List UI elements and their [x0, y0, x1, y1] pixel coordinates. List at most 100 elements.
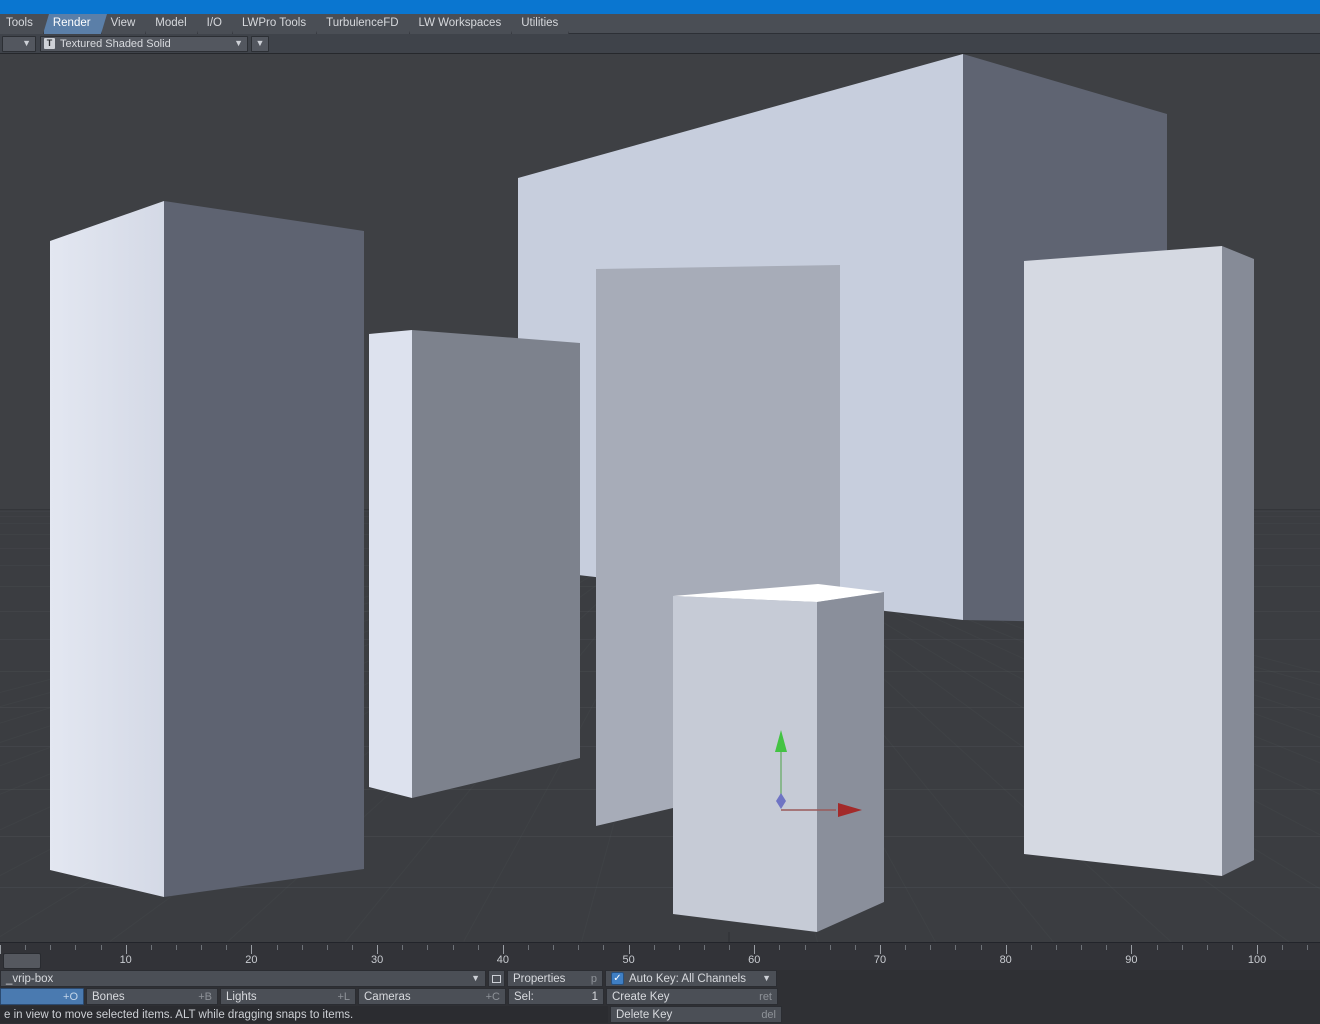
- timeline-tick-label: 80: [999, 954, 1012, 966]
- auto-key-label: Auto Key: All Channels: [629, 972, 746, 985]
- timeline-tick-minor: [1282, 945, 1284, 950]
- item-selector-dropdown[interactable]: _vrip-box ▼: [0, 970, 486, 987]
- objects-button[interactable]: +O: [0, 988, 84, 1005]
- status-bar: e in view to move selected items. ALT wh…: [0, 1006, 608, 1023]
- cameras-button[interactable]: Cameras +C: [358, 988, 506, 1005]
- menu-tab-lw-workspaces[interactable]: LW Workspaces: [409, 14, 517, 34]
- box-left-tall: [50, 201, 364, 897]
- timeline-tick-minor: [854, 945, 856, 950]
- menu-tab-view[interactable]: View: [101, 14, 151, 34]
- menu-tab-i-o[interactable]: I/O: [197, 14, 239, 34]
- timeline-tick-label: 70: [873, 954, 887, 966]
- selection-count-label: Sel:: [514, 990, 534, 1003]
- timeline-tick-minor: [553, 945, 555, 950]
- bottom-row-selection: +O Bones +B Lights +L Cameras +C Sel: 1 …: [0, 988, 780, 1005]
- timeline-labels: 10 20 30 40 50 60 70 80 90 100: [0, 954, 1320, 970]
- frame-slider-handle[interactable]: [3, 953, 41, 969]
- scene-geometry: [50, 54, 1254, 942]
- viewport-options-dropdown[interactable]: ▼: [251, 35, 269, 52]
- chevron-down-icon: ▼: [762, 973, 771, 983]
- menu-tab-lwpro-tools[interactable]: LWPro Tools: [232, 14, 323, 34]
- timeline-tick-minor: [427, 945, 429, 950]
- timeline-tick-minor: [1030, 945, 1032, 950]
- timeline[interactable]: 10 20 30 40 50 60 70 80 90 100: [0, 942, 1320, 970]
- timeline-tick-minor: [930, 945, 932, 950]
- timeline-tick-minor: [528, 945, 529, 950]
- lights-shortcut: +L: [337, 990, 350, 1003]
- timeline-tick-minor: [1156, 945, 1158, 950]
- box-right-tall: [1024, 246, 1254, 876]
- timeline-tick-minor: [578, 945, 580, 950]
- timeline-tick-minor: [1081, 945, 1083, 950]
- timeline-tick-major: [754, 945, 756, 954]
- properties-button[interactable]: Properties p: [507, 970, 603, 987]
- shading-mode-dropdown[interactable]: T Textured Shaded Solid ▼: [40, 35, 248, 52]
- timeline-tick-minor: [402, 945, 404, 950]
- auto-key-dropdown[interactable]: ✓ Auto Key: All Channels ▼: [605, 970, 777, 987]
- auto-key-checkbox[interactable]: ✓: [611, 972, 624, 985]
- timeline-tick-label: 50: [622, 954, 635, 966]
- timeline-tick-label: 20: [245, 954, 258, 966]
- chevron-down-icon: ▼: [255, 38, 265, 48]
- selection-count: Sel: 1: [508, 988, 604, 1005]
- chevron-down-icon: ▼: [471, 973, 480, 983]
- timeline-tick-major: [1257, 945, 1259, 954]
- shading-mode-label: Textured Shaded Solid: [60, 37, 171, 50]
- timeline-tick-minor: [704, 945, 705, 950]
- timeline-tick-label: 10: [119, 954, 132, 966]
- 3d-viewport[interactable]: [0, 54, 1320, 942]
- chevron-down-icon: ▼: [234, 38, 243, 48]
- timeline-tick-major: [502, 945, 504, 954]
- timeline-tick-major: [377, 945, 379, 954]
- bottom-row-item: _vrip-box ▼ Properties p ✓ Auto Key: All…: [0, 970, 779, 987]
- timeline-tick-minor: [1106, 945, 1108, 950]
- menu-tab-strip: Tools Render View Model I/O LWPro Tools Turbul…: [0, 14, 1320, 34]
- lights-label: Lights: [226, 990, 257, 1003]
- create-key-button[interactable]: Create Key ret: [606, 988, 778, 1005]
- menu-tab-utilities[interactable]: Utilities: [512, 14, 575, 34]
- timeline-tick-label: 60: [748, 954, 761, 966]
- timeline-tick-minor: [25, 945, 27, 950]
- cameras-shortcut: +C: [485, 990, 500, 1003]
- timeline-tick-minor: [352, 945, 353, 950]
- viewport-control-bar: ▼ T Textured Shaded Solid ▼ ▼: [0, 34, 1320, 54]
- timeline-tick-minor: [1206, 945, 1208, 950]
- title-bar: [0, 0, 1320, 14]
- timeline-tick-minor: [729, 945, 731, 950]
- timeline-tick-major: [1005, 945, 1007, 954]
- bones-label: Bones: [92, 990, 125, 1003]
- timeline-tick-major: [125, 945, 127, 954]
- item-picker-button[interactable]: [488, 970, 505, 987]
- timeline-tick-minor: [1056, 945, 1057, 950]
- objects-shortcut: +O: [63, 990, 78, 1003]
- cameras-label: Cameras: [364, 990, 411, 1003]
- timeline-tick-minor: [779, 945, 781, 950]
- texture-badge-icon: T: [44, 38, 55, 49]
- menu-tab-turbulencefd[interactable]: TurbulenceFD: [317, 14, 416, 34]
- chevron-down-icon: ▼: [22, 38, 31, 48]
- timeline-tick-label: 100: [1247, 954, 1267, 966]
- timeline-tick-minor: [678, 945, 680, 950]
- create-key-label: Create Key: [612, 990, 670, 1003]
- create-key-shortcut: ret: [759, 990, 772, 1003]
- timeline-tick-minor: [226, 945, 228, 950]
- timeline-tick-minor: [905, 945, 907, 950]
- menu-tab-tools[interactable]: Tools: [0, 14, 49, 34]
- timeline-tick-minor: [955, 945, 957, 950]
- timeline-tick-minor: [50, 945, 52, 950]
- delete-key-button[interactable]: Delete Key del: [610, 1006, 782, 1023]
- timeline-tick-minor: [804, 945, 806, 950]
- menu-tab-model[interactable]: Model: [146, 14, 203, 34]
- list-picker-icon: [492, 974, 501, 983]
- timeline-tick-major: [628, 945, 630, 954]
- box-left-mid: [369, 330, 580, 798]
- timeline-tick-major: [1131, 945, 1133, 954]
- menu-tab-render[interactable]: Render: [43, 14, 107, 34]
- timeline-tick-minor: [477, 945, 479, 950]
- bones-button[interactable]: Bones +B: [86, 988, 218, 1005]
- timeline-tick-minor: [452, 945, 454, 950]
- viewport-layout-dropdown[interactable]: ▼: [2, 35, 36, 52]
- lights-button[interactable]: Lights +L: [220, 988, 356, 1005]
- bones-shortcut: +B: [198, 990, 212, 1003]
- delete-key-shortcut: del: [761, 1008, 776, 1021]
